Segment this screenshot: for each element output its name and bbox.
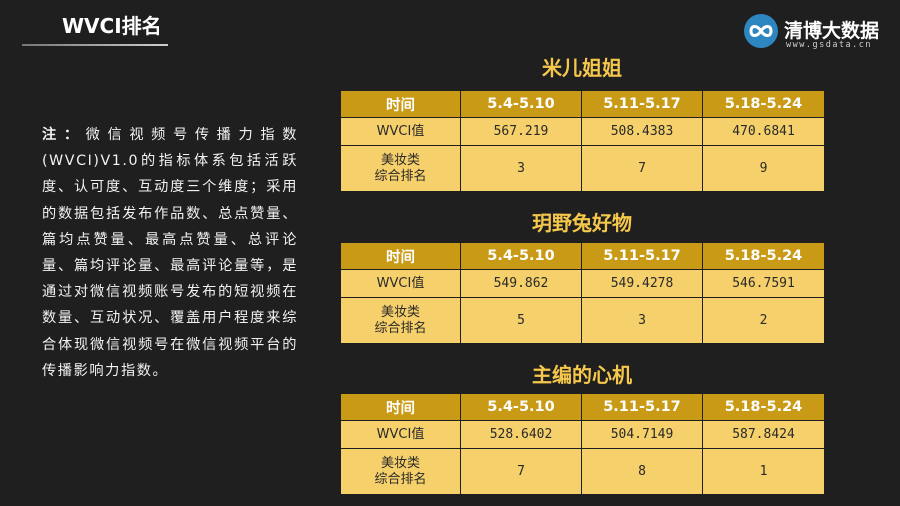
ranking-table: 时间 5.4-5.10 5.11-5.17 5.18-5.24 WVCI值 56… — [340, 90, 825, 192]
table-cell: 3 — [460, 145, 582, 192]
infinity-icon — [744, 14, 778, 48]
ranking-table: 时间 5.4-5.10 5.11-5.17 5.18-5.24 WVCI值 54… — [340, 242, 825, 344]
brand-name: 清博大数据 — [784, 20, 880, 42]
header-cell: 5.4-5.10 — [460, 393, 582, 421]
table-cell: 470.6841 — [702, 117, 825, 146]
note-text: 微信视频号传播力指数(WVCI)V1.0的指标体系包括活跃度、认可度、互动度三个… — [42, 127, 298, 379]
row-label: 美妆类 综合排名 — [340, 448, 461, 495]
row-label: WVCI值 — [340, 420, 461, 449]
table-row: 美妆类 综合排名 7 8 1 — [340, 448, 825, 495]
table-header-row: 时间 5.4-5.10 5.11-5.17 5.18-5.24 — [340, 90, 825, 118]
table-cell: 5 — [460, 297, 582, 344]
header-cell: 时间 — [340, 393, 461, 421]
table-cell: 2 — [702, 297, 825, 344]
table-row: WVCI值 528.6402 504.7149 587.8424 — [340, 420, 825, 449]
note-label: 注： — [42, 127, 86, 143]
row-label: WVCI值 — [340, 269, 461, 298]
account-title: 玥野兔好物 — [532, 211, 632, 235]
table-cell: 7 — [581, 145, 703, 192]
header-cell: 5.18-5.24 — [702, 393, 825, 421]
account-title: 主编的心机 — [532, 363, 632, 387]
title-underline — [22, 44, 168, 46]
table-cell: 549.862 — [460, 269, 582, 298]
table-cell: 587.8424 — [702, 420, 825, 449]
table-cell: 508.4383 — [581, 117, 703, 146]
row-label: 美妆类 综合排名 — [340, 145, 461, 192]
row-label: 美妆类 综合排名 — [340, 297, 461, 344]
methodology-note: 注：微信视频号传播力指数(WVCI)V1.0的指标体系包括活跃度、认可度、互动度… — [42, 122, 298, 384]
table-row: 美妆类 综合排名 5 3 2 — [340, 297, 825, 344]
header-cell: 5.18-5.24 — [702, 242, 825, 270]
header-cell: 5.11-5.17 — [581, 90, 703, 118]
table-cell: 1 — [702, 448, 825, 495]
header-cell: 5.11-5.17 — [581, 393, 703, 421]
table-cell: 3 — [581, 297, 703, 344]
table-cell: 549.4278 — [581, 269, 703, 298]
header-cell: 5.4-5.10 — [460, 242, 582, 270]
table-row: WVCI值 567.219 508.4383 470.6841 — [340, 117, 825, 146]
table-cell: 567.219 — [460, 117, 582, 146]
table-row: 美妆类 综合排名 3 7 9 — [340, 145, 825, 192]
brand-url: www.gsdata.cn — [786, 40, 873, 50]
table-cell: 9 — [702, 145, 825, 192]
ranking-table: 时间 5.4-5.10 5.11-5.17 5.18-5.24 WVCI值 52… — [340, 393, 825, 495]
page-title: WVCI排名 — [62, 14, 162, 38]
table-header-row: 时间 5.4-5.10 5.11-5.17 5.18-5.24 — [340, 393, 825, 421]
table-cell: 528.6402 — [460, 420, 582, 449]
header-cell: 时间 — [340, 90, 461, 118]
header-cell: 时间 — [340, 242, 461, 270]
header-cell: 5.11-5.17 — [581, 242, 703, 270]
table-row: WVCI值 549.862 549.4278 546.7591 — [340, 269, 825, 298]
row-label: WVCI值 — [340, 117, 461, 146]
table-cell: 7 — [460, 448, 582, 495]
brand-logo: 清博大数据 www.gsdata.cn — [744, 12, 894, 56]
header-cell: 5.18-5.24 — [702, 90, 825, 118]
table-header-row: 时间 5.4-5.10 5.11-5.17 5.18-5.24 — [340, 242, 825, 270]
table-cell: 8 — [581, 448, 703, 495]
table-cell: 546.7591 — [702, 269, 825, 298]
table-cell: 504.7149 — [581, 420, 703, 449]
account-title: 米儿姐姐 — [542, 56, 622, 80]
header-cell: 5.4-5.10 — [460, 90, 582, 118]
